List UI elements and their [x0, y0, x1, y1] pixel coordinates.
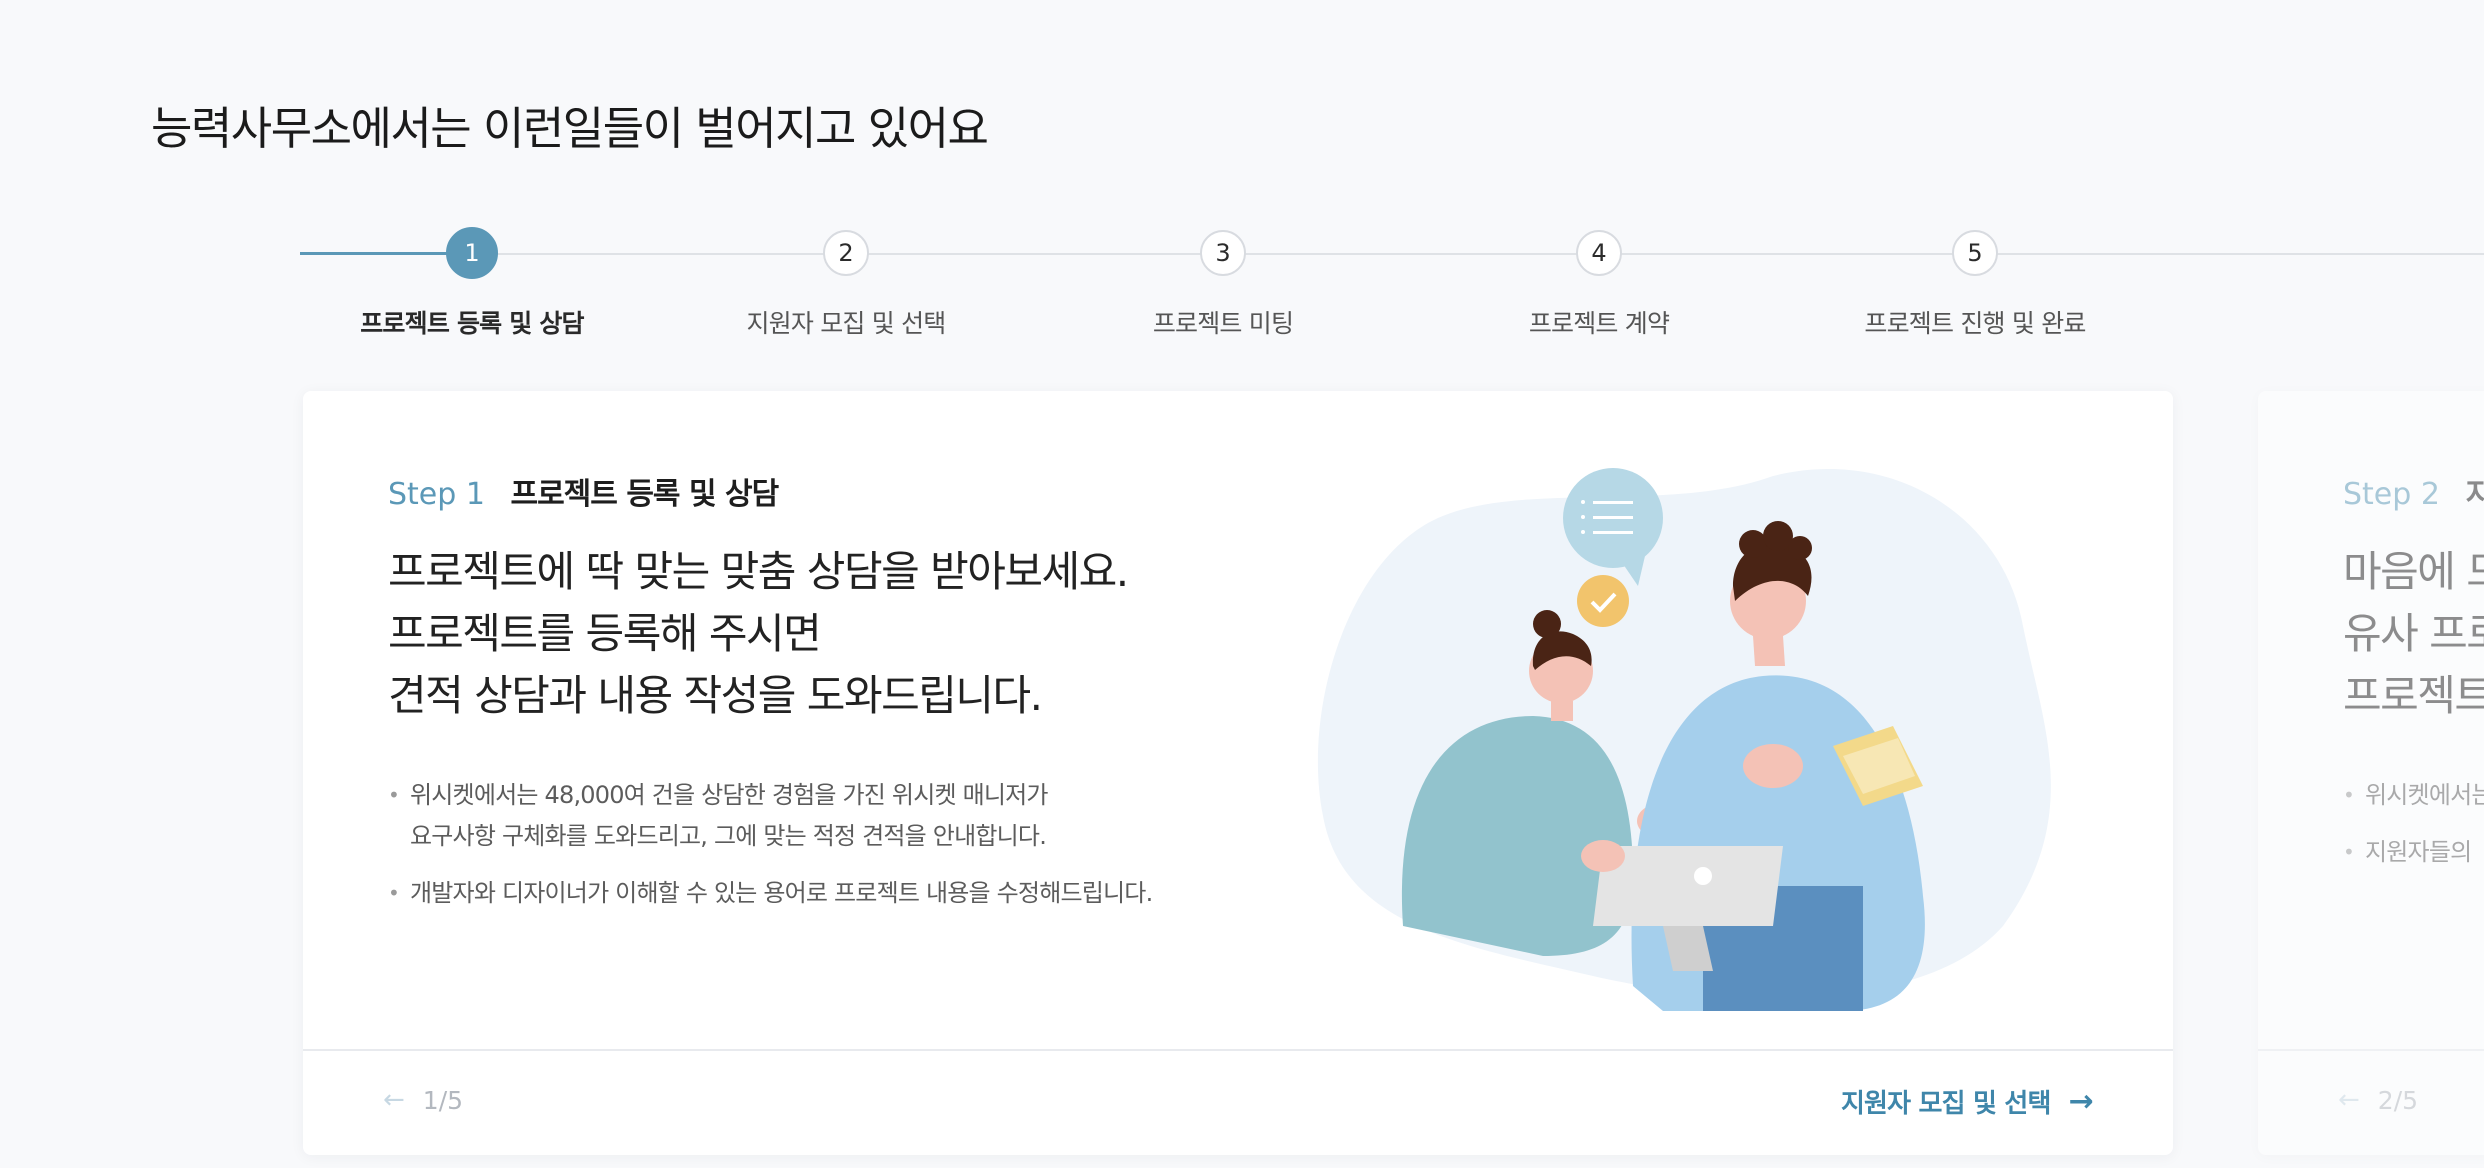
- prev-step-button[interactable]: ← 1/5: [383, 1085, 463, 1115]
- step-name: 프로젝트 등록 및 상담: [510, 477, 779, 512]
- step-1-button[interactable]: 1: [446, 227, 498, 279]
- step-headline: 마음에 드 유사 프로 프로젝트: [2343, 541, 2484, 727]
- step-2-label[interactable]: 지원자 모집 및 선택: [696, 304, 996, 340]
- process-stepper: 1 2 3 4 5 프로젝트 등록 및 상담 지원자 모집 및 선택 프로젝트 …: [0, 0, 2484, 360]
- step-3-label[interactable]: 프로젝트 미팅: [1073, 304, 1373, 340]
- arrow-left-icon: ←: [383, 1085, 405, 1115]
- step-headline: 프로젝트에 딱 맞는 맞춤 상담을 받아보세요. 프로젝트를 등록해 주시면 견…: [388, 541, 1129, 727]
- bullet-item: 위시켓에서는: [2343, 775, 2484, 816]
- bullet-item: 지원자들의: [2343, 832, 2484, 873]
- next-step-button[interactable]: 지원자 모집 및 선택 →: [1840, 1083, 2094, 1120]
- headline-line: 견적 상담과 내용 작성을 도와드립니다.: [388, 671, 1043, 720]
- step-number: Step 2: [2343, 477, 2440, 512]
- step-name: 지원: [2465, 477, 2484, 512]
- headline-line: 마음에 드: [2343, 547, 2484, 596]
- bullet-item: 개발자와 디자이너가 이해할 수 있는 용어로 프로젝트 내용을 수정해드립니다…: [388, 873, 1153, 914]
- card-footer: ← 1/5 지원자 모집 및 선택 →: [303, 1049, 2173, 1155]
- headline-line: 프로젝트에 딱 맞는 맞춤 상담을 받아보세요.: [388, 547, 1129, 596]
- headline-line: 프로젝트를 등록해 주시면: [388, 609, 822, 658]
- step-heading: Step 1 프로젝트 등록 및 상담: [388, 469, 779, 513]
- consultation-illustration: [1317, 468, 2051, 1011]
- step-card-1: Step 1 프로젝트 등록 및 상담 프로젝트에 딱 맞는 맞춤 상담을 받아…: [303, 391, 2173, 1155]
- step-card-2[interactable]: Step 2 지원 마음에 드 유사 프로 프로젝트 위시켓에서는 지원자들의 …: [2258, 391, 2484, 1155]
- next-step-label: 지원자 모집 및 선택: [1840, 1089, 2052, 1119]
- step-5-button[interactable]: 5: [1952, 230, 1998, 276]
- step-number: Step 1: [388, 477, 485, 512]
- step-1-label[interactable]: 프로젝트 등록 및 상담: [322, 304, 622, 340]
- prev-step-button[interactable]: ← 2/5: [2338, 1085, 2418, 1115]
- headline-line: 프로젝트: [2343, 671, 2484, 720]
- bullet-item: 위시켓에서는 48,000여 건을 상담한 경험을 가진 위시켓 매니저가 요구…: [388, 775, 1152, 857]
- headline-line: 유사 프로: [2343, 609, 2484, 658]
- step-5-label[interactable]: 프로젝트 진행 및 완료: [1825, 304, 2125, 340]
- step-bullets: 위시켓에서는 48,000여 건을 상담한 경험을 가진 위시켓 매니저가 요구…: [388, 775, 1153, 930]
- card-footer: ← 2/5: [2258, 1049, 2484, 1155]
- step-2-button[interactable]: 2: [823, 230, 869, 276]
- pager-text: 1/5: [422, 1085, 464, 1115]
- step-3-button[interactable]: 3: [1200, 230, 1246, 276]
- step-bullets: 위시켓에서는 지원자들의: [2343, 775, 2484, 889]
- step-4-label[interactable]: 프로젝트 계약: [1449, 304, 1749, 340]
- pager-text: 2/5: [2377, 1085, 2419, 1115]
- arrow-left-icon: ←: [2338, 1085, 2360, 1115]
- step-4-button[interactable]: 4: [1576, 230, 1622, 276]
- stepper-track: [300, 253, 2484, 255]
- step-heading: Step 2 지원: [2343, 469, 2484, 513]
- arrow-right-icon: →: [2068, 1084, 2094, 1119]
